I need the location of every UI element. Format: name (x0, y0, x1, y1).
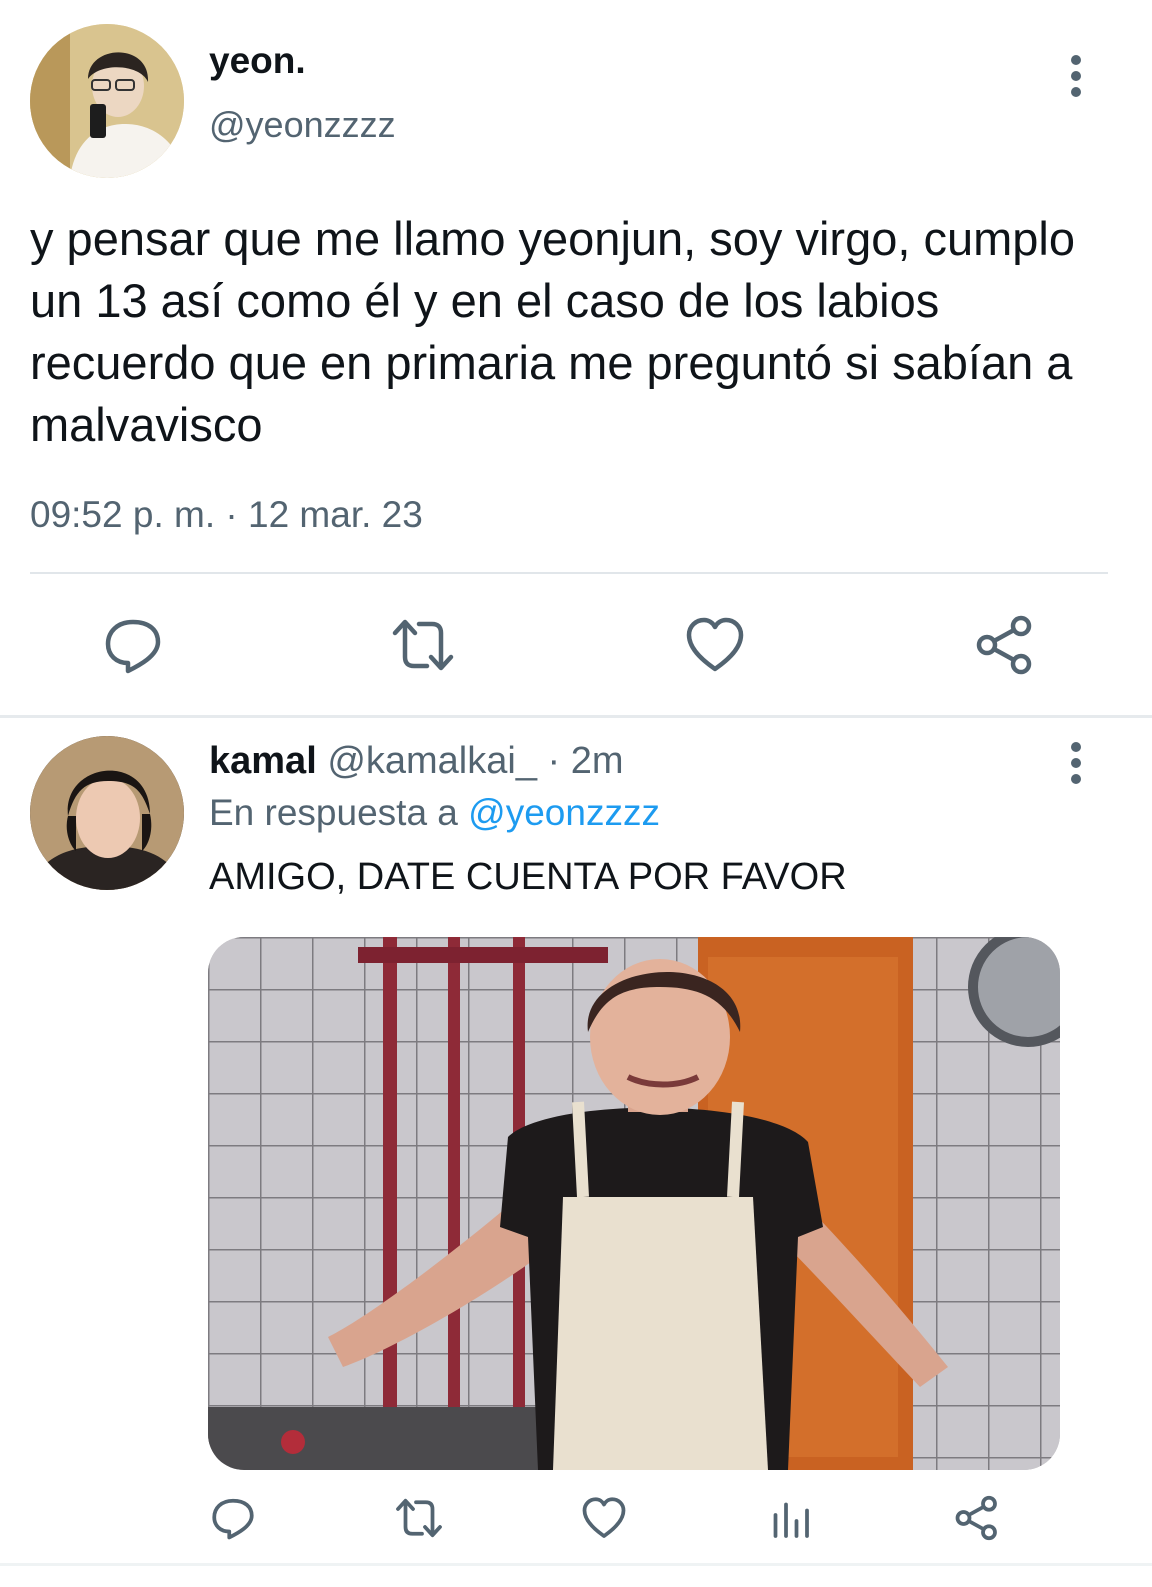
display-name[interactable]: yeon. (209, 40, 306, 82)
share-icon[interactable] (953, 1494, 1001, 1542)
like-icon[interactable] (580, 1494, 628, 1542)
tweet-timestamp[interactable]: 09:52 p. m. · 12 mar. 23 (30, 494, 423, 536)
media-illustration (208, 937, 1060, 1470)
more-options-icon[interactable] (1066, 742, 1086, 786)
share-icon[interactable] (973, 613, 1037, 677)
tweet-text: y pensar que me llamo yeonjun, soy virgo… (30, 212, 1075, 451)
like-icon[interactable] (683, 613, 747, 677)
tweet-text: AMIGO, DATE CUENTA POR FAVOR (209, 856, 847, 898)
more-options-icon[interactable] (1066, 55, 1086, 99)
in-reply-prefix: En respuesta a (209, 792, 469, 833)
avatar-photo (30, 24, 184, 178)
reply-icon[interactable] (209, 1494, 257, 1542)
divider (0, 715, 1152, 718)
display-name[interactable]: kamal (209, 740, 317, 782)
reply-icon[interactable] (101, 613, 165, 677)
analytics-icon[interactable] (768, 1494, 816, 1542)
retweet-icon[interactable] (391, 613, 455, 677)
user-handle[interactable]: @yeonzzzz (209, 104, 396, 146)
avatar[interactable] (30, 736, 184, 890)
avatar-photo (30, 736, 184, 890)
tweet-media-image[interactable] (208, 937, 1060, 1470)
reply-time: · 2m (536, 740, 624, 782)
divider (0, 1563, 1152, 1566)
divider (30, 572, 1108, 574)
user-handle[interactable]: @kamalkai_ (327, 740, 537, 782)
mention-link[interactable]: @yeonzzzz (468, 792, 660, 833)
avatar[interactable] (30, 24, 184, 178)
in-reply-to: En respuesta a @yeonzzzz (209, 792, 660, 834)
retweet-icon[interactable] (395, 1494, 443, 1542)
reply-header: kamal @kamalkai_ · 2m (209, 740, 624, 783)
